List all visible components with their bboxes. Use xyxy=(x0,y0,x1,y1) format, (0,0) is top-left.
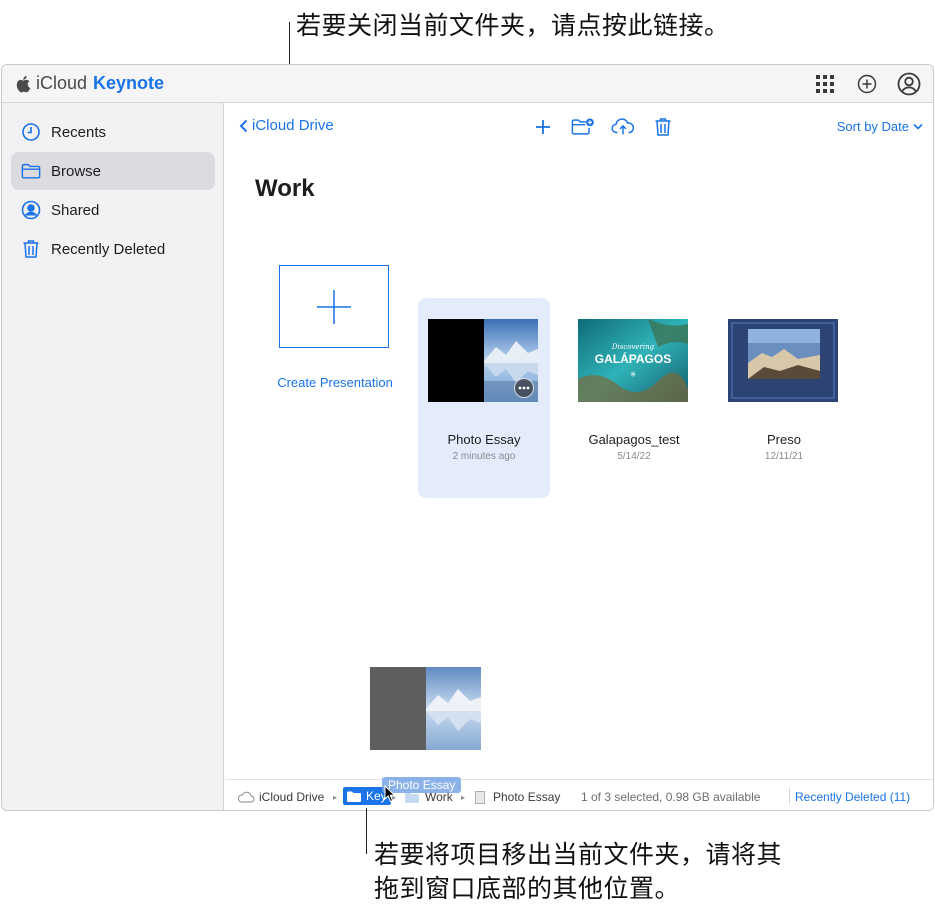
upload-icon[interactable] xyxy=(611,115,635,139)
drag-preview-thumbnail xyxy=(370,667,481,750)
add-circle-icon[interactable] xyxy=(855,72,879,96)
trash-icon xyxy=(21,239,41,259)
file-thumbnail: Discovering GALÁPAGOS ✳ xyxy=(578,319,688,402)
new-folder-icon[interactable] xyxy=(571,115,595,139)
brand-app-name: Keynote xyxy=(93,73,165,93)
sidebar-item-label: Recents xyxy=(51,123,107,141)
brand[interactable]: iCloud Keynote xyxy=(16,73,164,94)
path-crumb-photo-essay[interactable]: Photo Essay xyxy=(475,790,560,804)
chevron-left-icon xyxy=(239,119,248,132)
file-card-preso[interactable]: Preso 12/11/21 xyxy=(718,298,850,498)
chevron-down-icon xyxy=(913,123,923,130)
thumb-text-1: Discovering xyxy=(611,343,655,351)
cursor-arrow-icon xyxy=(384,785,396,803)
file-card-galapagos-test[interactable]: Discovering GALÁPAGOS ✳ Galapagos_test 5… xyxy=(568,298,700,498)
sidebar-item-label: Browse xyxy=(51,162,102,180)
sidebar-item-shared[interactable]: Shared xyxy=(11,191,215,229)
sort-by-date-button[interactable]: Sort by Date xyxy=(837,119,923,134)
svg-text:✳: ✳ xyxy=(630,370,637,379)
clock-icon xyxy=(21,122,41,142)
sidebar-item-label: Recently Deleted xyxy=(51,240,166,258)
plus-icon[interactable] xyxy=(531,115,555,139)
folder-icon xyxy=(21,161,41,181)
annotation-line-bottom xyxy=(366,808,367,854)
toolbar xyxy=(531,115,675,139)
sidebar-item-recents[interactable]: Recents xyxy=(11,113,215,151)
file-name: Preso xyxy=(767,432,801,447)
app-window: iCloud Keynote Recents Browse Shared Rec… xyxy=(1,64,934,811)
folder-title: Work xyxy=(255,175,315,202)
sort-label: Sort by Date xyxy=(836,119,909,134)
annotation-bottom-line1: 若要将项目移出当前文件夹，请将其 xyxy=(374,840,783,869)
file-date: 5/14/22 xyxy=(617,451,651,462)
crumb-separator-icon: ▸ xyxy=(461,793,466,802)
file-date: 2 minutes ago xyxy=(452,451,516,462)
main-content: iCloud Drive Sort by Date Work Create Pr… xyxy=(225,103,933,810)
file-thumbnail xyxy=(428,319,538,402)
sidebar-item-recently-deleted[interactable]: Recently Deleted xyxy=(11,230,215,268)
brand-icloud: iCloud xyxy=(36,73,88,93)
status-divider xyxy=(789,788,790,805)
annotation-bottom: 若要将项目移出当前文件夹，请将其 拖到窗口底部的其他位置。 xyxy=(374,838,782,906)
file-thumbnail xyxy=(728,319,838,402)
file-card-photo-essay[interactable]: Photo Essay 2 minutes ago xyxy=(418,298,550,498)
path-crumb-icloud-drive[interactable]: iCloud Drive xyxy=(237,790,324,804)
cloud-icon xyxy=(237,791,255,803)
folder-icon xyxy=(347,791,361,802)
thumb-text-2: GALÁPAGOS xyxy=(595,351,671,366)
folder-icon xyxy=(405,792,419,803)
crumb-label: iCloud Drive xyxy=(259,790,325,804)
grid-icon[interactable] xyxy=(813,72,837,96)
top-bar: iCloud Keynote xyxy=(2,65,933,103)
selection-status: 1 of 3 selected, 0.98 GB available xyxy=(581,790,761,804)
more-options-icon[interactable] xyxy=(514,378,534,398)
sidebar-item-label: Shared xyxy=(51,201,100,219)
sidebar-item-browse[interactable]: Browse xyxy=(11,152,215,190)
apple-logo-icon xyxy=(16,75,31,92)
annotation-bottom-line2: 拖到窗口底部的其他位置。 xyxy=(374,874,681,903)
file-name: Photo Essay xyxy=(447,432,521,447)
sidebar: Recents Browse Shared Recently Deleted xyxy=(2,103,224,810)
crumb-label: Photo Essay xyxy=(493,790,561,804)
document-icon xyxy=(475,790,485,804)
create-presentation-label[interactable]: Create Presentation xyxy=(255,375,415,390)
account-icon[interactable] xyxy=(897,72,921,96)
back-to-icloud-drive-link[interactable]: iCloud Drive xyxy=(239,117,334,134)
annotation-top: 若要关闭当前文件夹，请点按此链接。 xyxy=(296,11,730,40)
plus-icon xyxy=(317,289,351,324)
person-circle-icon xyxy=(21,200,41,220)
back-link-label: iCloud Drive xyxy=(252,117,334,134)
status-bar: iCloud Drive ▸ Key ▸ Work ▸ Photo Essay … xyxy=(225,779,933,810)
trash-icon[interactable] xyxy=(651,115,675,139)
file-date: 12/11/21 xyxy=(764,451,804,462)
recently-deleted-link[interactable]: Recently Deleted (11) xyxy=(795,790,910,804)
create-presentation-button[interactable] xyxy=(279,265,389,348)
crumb-separator-icon: ▸ xyxy=(333,793,338,802)
top-icons xyxy=(813,72,921,96)
file-name: Galapagos_test xyxy=(588,432,680,447)
